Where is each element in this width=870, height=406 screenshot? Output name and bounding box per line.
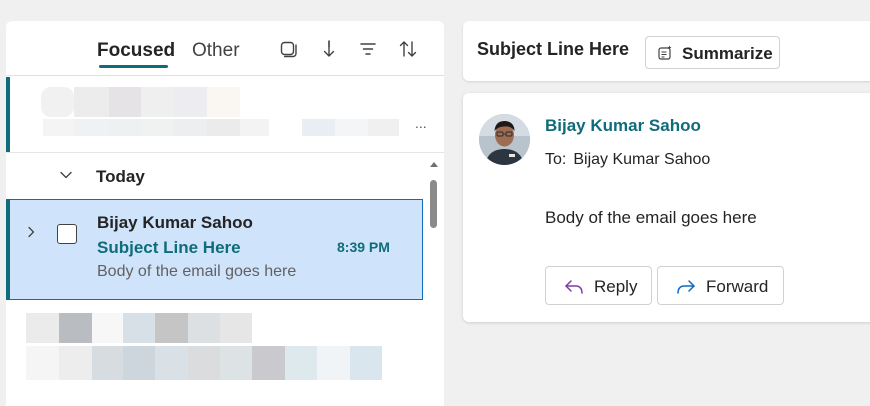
blurred-block	[155, 313, 188, 343]
chevron-right-icon[interactable]	[24, 225, 38, 239]
blurred-block	[141, 87, 174, 117]
blurred-block	[207, 87, 240, 117]
blurred-block	[252, 346, 285, 380]
active-tab-indicator	[99, 65, 168, 68]
blurred-block	[174, 119, 207, 136]
message-checkbox[interactable]	[57, 224, 77, 244]
blurred-block	[285, 346, 317, 380]
group-label: Today	[96, 167, 145, 186]
message-preview: Body of the email goes here	[97, 263, 297, 280]
blurred-block	[302, 119, 335, 136]
blurred-block	[220, 346, 252, 380]
forward-arrow-icon	[677, 280, 695, 294]
blurred-block	[207, 119, 240, 136]
selected-indicator	[6, 199, 10, 300]
blurred-block	[74, 87, 109, 117]
blurred-block	[74, 119, 109, 136]
forward-label: Forward	[706, 277, 769, 296]
message-subject: Subject Line Here	[97, 238, 241, 257]
reply-label: Reply	[594, 277, 638, 296]
message-row-blurred[interactable]	[6, 301, 423, 406]
to-label: To:	[545, 151, 567, 168]
blurred-block	[368, 119, 399, 136]
tab-other[interactable]: Other	[192, 40, 240, 62]
message-row-blurred[interactable]: ...	[6, 77, 444, 153]
blurred-block	[59, 346, 92, 380]
recipient-line: To: Bijay Kumar Sahoo	[545, 151, 710, 169]
reply-button[interactable]: Reply	[545, 266, 652, 305]
scroll-thumb[interactable]	[430, 180, 437, 228]
message-list-header: Focused Other	[6, 21, 444, 76]
blurred-block	[59, 313, 92, 343]
blurred-block	[155, 346, 188, 380]
chevron-down-icon[interactable]	[58, 167, 74, 183]
blurred-block	[123, 313, 155, 343]
blurred-block	[188, 346, 220, 380]
email-body: Body of the email goes here	[545, 208, 757, 227]
select-mode-icon[interactable]	[278, 39, 298, 59]
blurred-block	[123, 346, 155, 380]
blurred-block	[240, 119, 269, 136]
blurred-block	[188, 313, 220, 343]
blurred-block	[41, 87, 74, 117]
jump-down-icon[interactable]	[319, 39, 339, 59]
sort-icon[interactable]	[398, 39, 418, 59]
blurred-block	[92, 313, 123, 343]
filter-icon[interactable]	[358, 39, 378, 59]
recipient-name[interactable]: Bijay Kumar Sahoo	[573, 151, 710, 168]
message-time: 8:39 PM	[337, 239, 390, 255]
blurred-block	[220, 313, 252, 343]
message-list-scrollbar[interactable]	[426, 156, 442, 406]
group-header-today[interactable]: Today	[6, 153, 444, 199]
blurred-block	[26, 313, 59, 343]
message-row-selected[interactable]: Bijay Kumar Sahoo Subject Line Here 8:39…	[6, 199, 423, 300]
summarize-icon	[657, 45, 673, 61]
summarize-button[interactable]: Summarize	[645, 36, 780, 69]
blurred-block	[43, 119, 74, 136]
blurred-block	[317, 346, 350, 380]
blurred-block	[109, 119, 141, 136]
blurred-block	[92, 346, 123, 380]
email-subject: Subject Line Here	[477, 39, 630, 59]
reply-arrow-icon	[565, 280, 583, 294]
avatar[interactable]	[479, 114, 530, 165]
more-ellipsis: ...	[415, 115, 427, 131]
scroll-up-arrow-icon[interactable]	[430, 162, 438, 167]
unread-indicator	[6, 77, 10, 152]
blurred-block	[109, 87, 141, 117]
blurred-block	[141, 119, 174, 136]
blurred-block	[335, 119, 368, 136]
message-list-pane: Focused Other ... Today Bijay Kumar Saho…	[6, 21, 444, 406]
email-sender[interactable]: Bijay Kumar Sahoo	[545, 116, 701, 136]
blurred-block	[350, 346, 382, 380]
message-sender: Bijay Kumar Sahoo	[97, 213, 253, 232]
blurred-block	[26, 346, 59, 380]
tab-focused[interactable]: Focused	[97, 40, 175, 62]
summarize-label: Summarize	[682, 44, 773, 63]
forward-button[interactable]: Forward	[657, 266, 784, 305]
reading-pane-header: Subject Line Here Summarize	[463, 21, 870, 81]
email-card: Bijay Kumar Sahoo To: Bijay Kumar Sahoo B…	[463, 93, 870, 322]
blurred-block	[174, 87, 207, 117]
